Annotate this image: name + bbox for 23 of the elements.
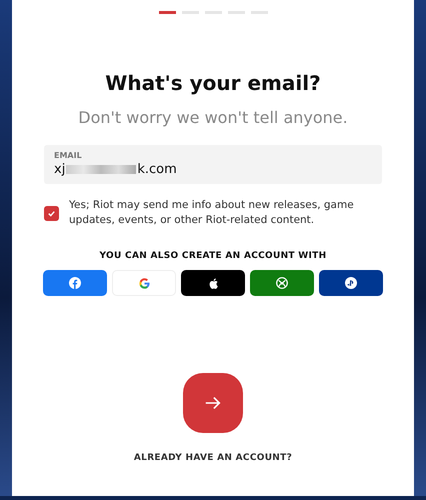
apple-icon [208,278,218,288]
facebook-button[interactable] [43,270,107,296]
heading: What's your email? [105,70,321,96]
sign-in-link[interactable]: ALREADY HAVE AN ACCOUNT? [134,453,292,463]
checkbox[interactable] [44,206,59,220]
field-value: k.com [137,161,177,178]
next-button[interactable] [183,373,243,433]
field-value: xj [54,161,66,178]
playstation-button[interactable] [319,270,383,296]
step-indicator[interactable] [158,11,176,14]
section-heading: YOU CAN ALSO CREATE AN ACCOUNT WITH [100,251,326,261]
apple-button[interactable] [181,270,245,296]
xbox-button[interactable] [250,270,314,296]
email-field[interactable]: EMAIL xj k.com [44,145,382,184]
field-label: EMAIL [54,151,83,161]
check-icon [47,208,56,218]
xbox-icon [276,277,288,289]
google-button[interactable] [112,270,176,296]
playstation-icon [345,277,357,289]
facebook-icon [69,277,81,289]
consent-text: Yes; Riot may send me info about new releases, game updates, events, or other Riot-related content. [69,198,355,228]
google-icon [138,278,150,288]
subheading: Don't worry we won't tell anyone. [78,108,348,128]
